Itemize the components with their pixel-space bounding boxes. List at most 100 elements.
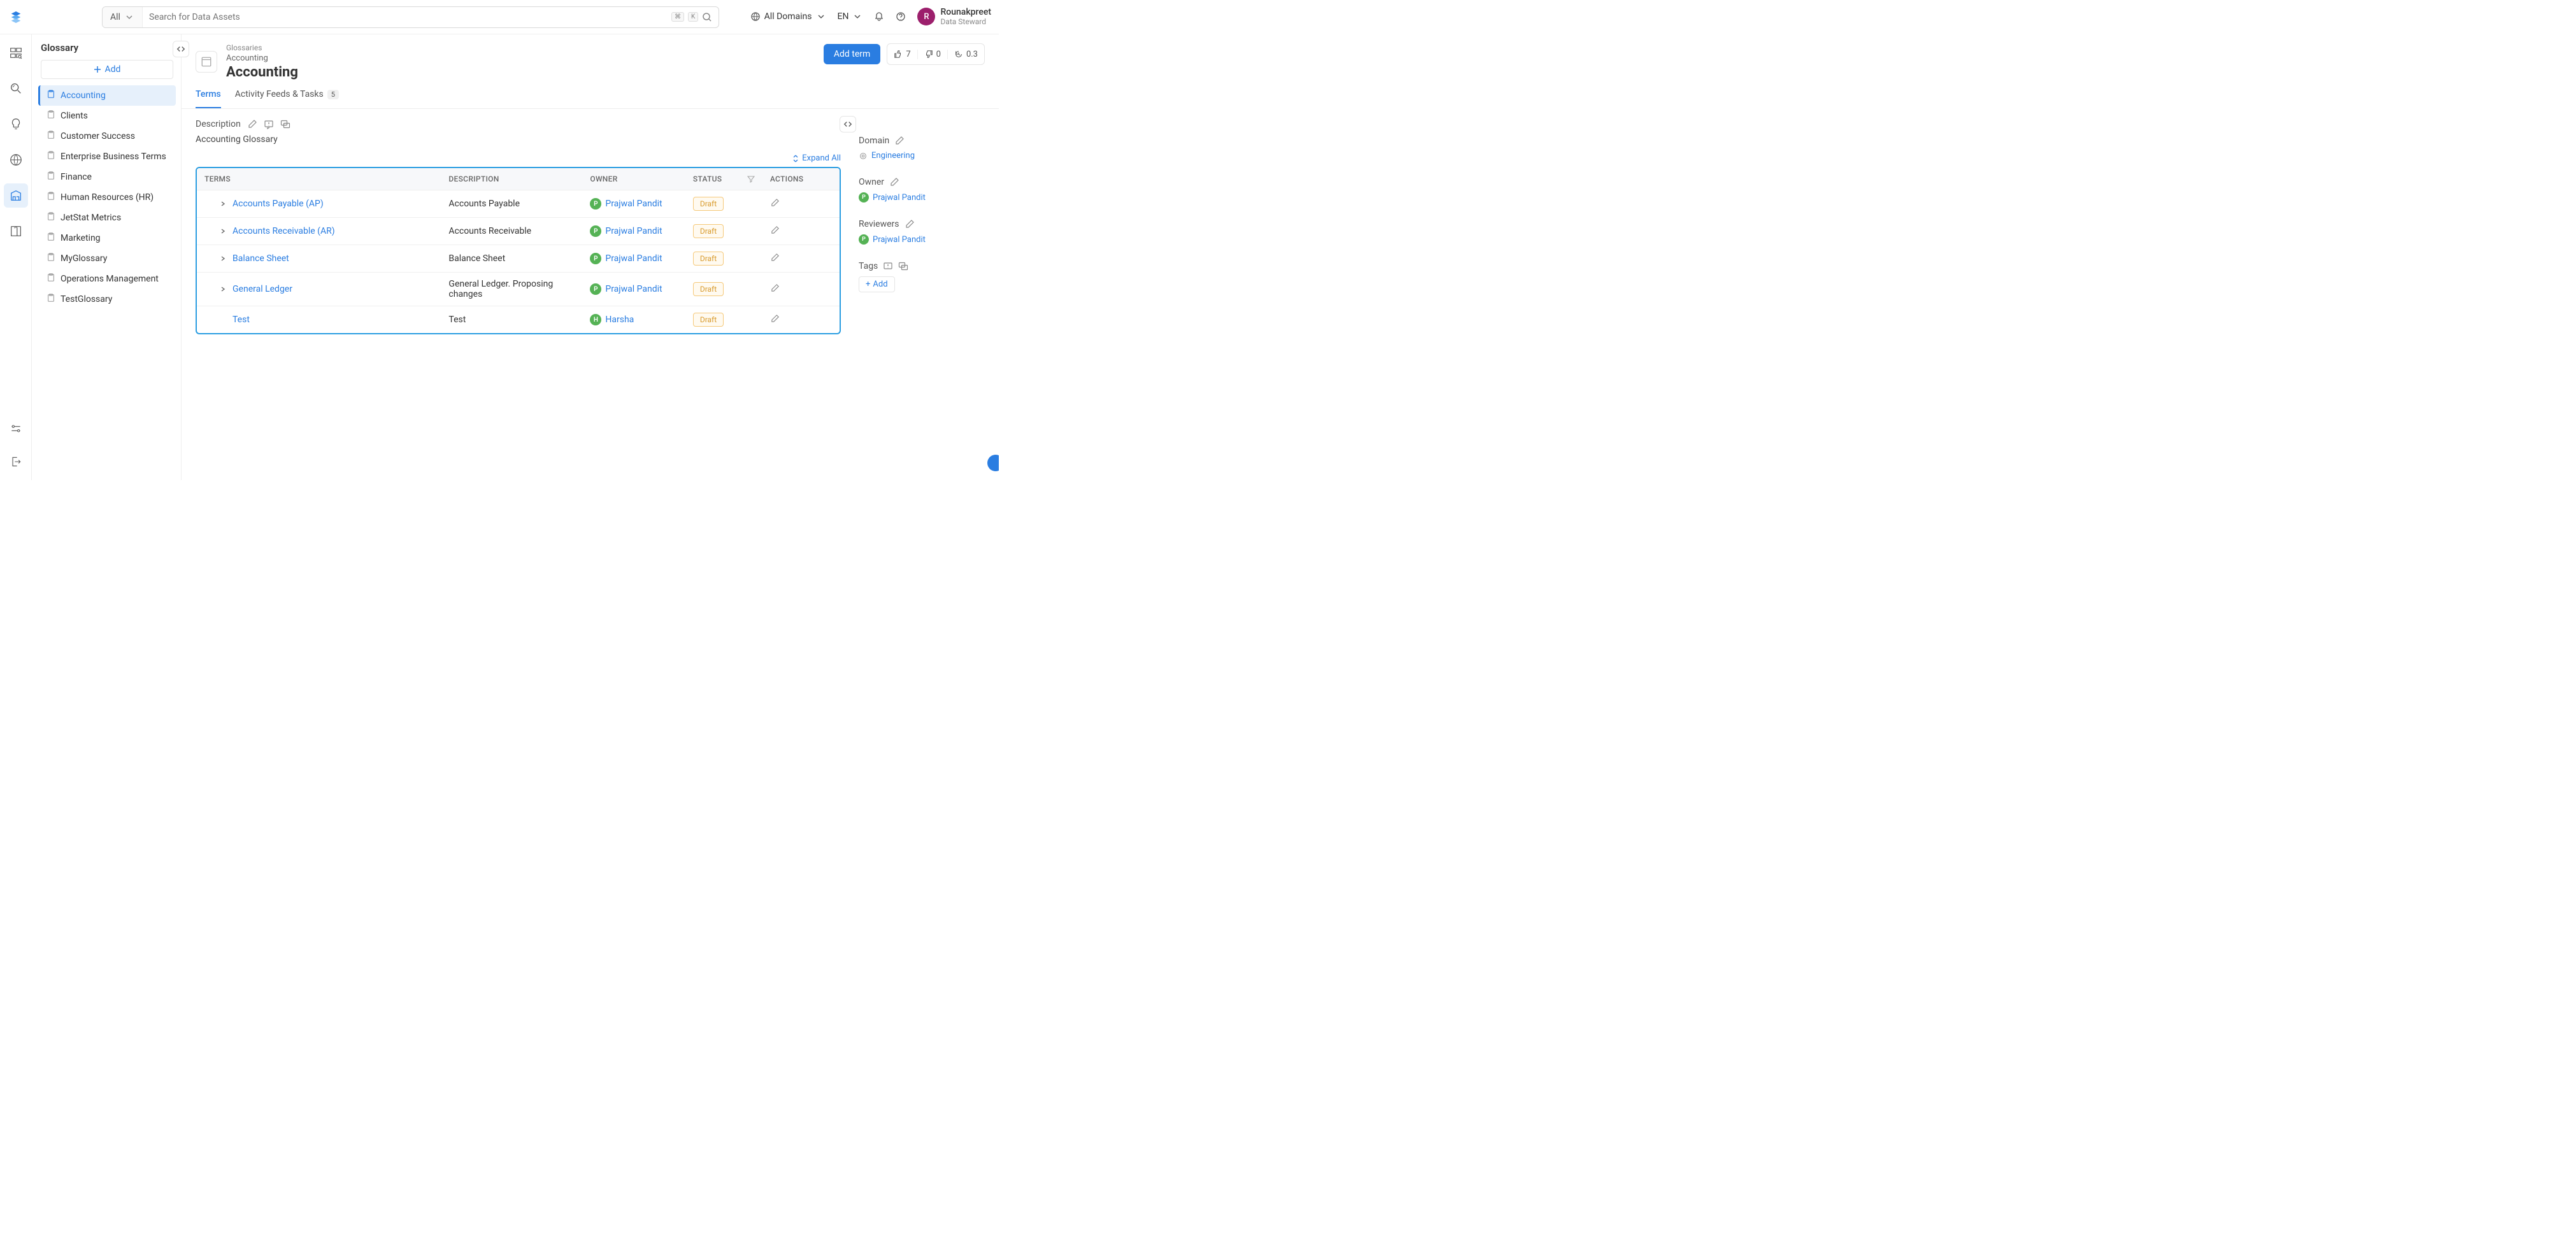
request-icon[interactable] <box>264 119 274 129</box>
edit-icon[interactable] <box>247 119 257 129</box>
dislike-button[interactable]: 0 <box>918 50 948 59</box>
expand-all-button[interactable]: Expand All <box>792 153 841 163</box>
th-status[interactable]: STATUS <box>685 168 762 190</box>
rail-glossary[interactable] <box>4 183 28 208</box>
sidebar-item[interactable]: Human Resources (HR) <box>38 187 176 208</box>
th-owner[interactable]: OWNER <box>582 168 685 190</box>
right-panel-toggle[interactable] <box>840 116 856 132</box>
sidebar-item[interactable]: Enterprise Business Terms <box>38 146 176 167</box>
filter-icon[interactable] <box>747 175 755 183</box>
terms-table: TERMS DESCRIPTION OWNER STATUS ACTIONS A… <box>196 167 841 334</box>
rp-owner-value[interactable]: P Prajwal Pandit <box>859 192 986 203</box>
rail-docs[interactable] <box>4 219 28 243</box>
search-icon[interactable] <box>702 12 712 22</box>
sidebar-title: Glossary <box>38 42 176 60</box>
comment-icon[interactable] <box>280 119 290 129</box>
th-status-label: STATUS <box>693 174 722 183</box>
edit-icon[interactable] <box>894 136 905 146</box>
owner-link[interactable]: PPrajwal Pandit <box>590 198 677 210</box>
version-info[interactable]: 0.3 <box>948 50 984 59</box>
globe-icon <box>750 11 761 22</box>
page-title: Accounting <box>226 64 298 80</box>
breadcrumb[interactable]: Glossaries <box>226 43 298 52</box>
clipboard-icon <box>47 253 55 264</box>
rail-domains[interactable] <box>4 148 28 172</box>
owner-link[interactable]: PPrajwal Pandit <box>590 283 677 295</box>
kbd-k: K <box>688 12 698 22</box>
term-link[interactable]: Test <box>233 315 250 325</box>
add-term-button[interactable]: Add term <box>824 44 880 64</box>
clipboard-icon <box>47 232 55 244</box>
term-link[interactable]: Accounts Receivable (AR) <box>233 226 335 236</box>
edit-row-button[interactable] <box>770 255 780 265</box>
table-row: General Ledger General Ledger. Proposing … <box>197 273 840 306</box>
tab-activity[interactable]: Activity Feeds & Tasks 5 <box>235 89 339 108</box>
user-menu[interactable]: R Rounakpreet Data Steward <box>917 8 991 26</box>
add-glossary-button[interactable]: Add <box>41 60 173 79</box>
owner-link[interactable]: PPrajwal Pandit <box>590 253 677 264</box>
sidebar-item[interactable]: Operations Management <box>38 269 176 289</box>
th-description[interactable]: DESCRIPTION <box>441 168 582 190</box>
rail-explore[interactable] <box>4 41 28 65</box>
rail-logout[interactable] <box>4 450 28 474</box>
owner-link[interactable]: HHarsha <box>590 314 677 325</box>
expand-caret[interactable] <box>218 201 227 207</box>
description-text: Accounting Glossary <box>196 129 841 153</box>
sidebar-item-label: JetStat Metrics <box>61 213 121 223</box>
rail-insights[interactable] <box>4 112 28 136</box>
domain-icon <box>859 152 868 160</box>
add-tag-button[interactable]: +Add <box>859 276 895 292</box>
expand-caret[interactable] <box>218 228 227 234</box>
comment-icon[interactable] <box>898 261 908 271</box>
sidebar-item-label: MyGlossary <box>61 253 107 264</box>
sidebar-item[interactable]: Clients <box>38 106 176 126</box>
sidebar-item-label: Operations Management <box>61 274 159 284</box>
sidebar-item[interactable]: Finance <box>38 167 176 187</box>
lang-label: EN <box>838 11 849 22</box>
bell-icon[interactable] <box>874 11 884 22</box>
edit-icon[interactable] <box>889 177 899 187</box>
sidebar-item-label: Marketing <box>61 233 101 243</box>
term-link[interactable]: Balance Sheet <box>233 253 289 264</box>
add-glossary-label: Add <box>105 64 121 75</box>
owner-link[interactable]: PPrajwal Pandit <box>590 225 677 237</box>
domains-dropdown[interactable]: All Domains <box>750 11 826 22</box>
sidebar-item[interactable]: Customer Success <box>38 126 176 146</box>
expand-caret[interactable] <box>218 286 227 292</box>
sidebar-item[interactable]: TestGlossary <box>38 289 176 310</box>
expand-caret[interactable] <box>218 255 227 262</box>
term-description: Accounts Payable <box>441 190 582 218</box>
term-description: General Ledger. Proposing changes <box>441 273 582 306</box>
tab-terms[interactable]: Terms <box>196 89 221 108</box>
like-button[interactable]: 7 <box>887 50 917 59</box>
app-logo[interactable] <box>0 0 32 34</box>
edit-row-button[interactable] <box>770 200 780 210</box>
search-bar: All ⌘ K <box>102 6 719 28</box>
sidebar-item[interactable]: Marketing <box>38 228 176 248</box>
clipboard-icon <box>47 294 55 305</box>
sidebar-collapse-toggle[interactable] <box>173 41 189 57</box>
lang-dropdown[interactable]: EN <box>838 11 863 22</box>
term-link[interactable]: General Ledger <box>233 284 292 294</box>
tab-activity-label: Activity Feeds & Tasks <box>235 89 324 99</box>
sidebar-item-label: Accounting <box>61 90 106 101</box>
search-scope-select[interactable]: All <box>103 7 143 27</box>
rp-reviewer-value[interactable]: P Prajwal Pandit <box>859 234 986 245</box>
edit-row-button[interactable] <box>770 227 780 238</box>
like-count: 7 <box>906 50 910 59</box>
th-terms[interactable]: TERMS <box>197 168 441 190</box>
search-input[interactable] <box>143 12 665 22</box>
rail-settings[interactable] <box>4 416 28 441</box>
edit-row-button[interactable] <box>770 316 780 326</box>
sidebar-item[interactable]: Accounting <box>38 85 176 106</box>
sidebar-item[interactable]: JetStat Metrics <box>38 208 176 228</box>
edit-icon[interactable] <box>905 219 915 229</box>
request-icon[interactable] <box>883 261 893 271</box>
help-icon[interactable] <box>896 11 906 22</box>
page: Glossaries Accounting Accounting Add ter… <box>182 34 999 480</box>
term-link[interactable]: Accounts Payable (AP) <box>233 199 324 209</box>
rp-domain-value[interactable]: Engineering <box>859 151 986 160</box>
edit-row-button[interactable] <box>770 285 780 295</box>
rail-search[interactable] <box>4 76 28 101</box>
sidebar-item[interactable]: MyGlossary <box>38 248 176 269</box>
